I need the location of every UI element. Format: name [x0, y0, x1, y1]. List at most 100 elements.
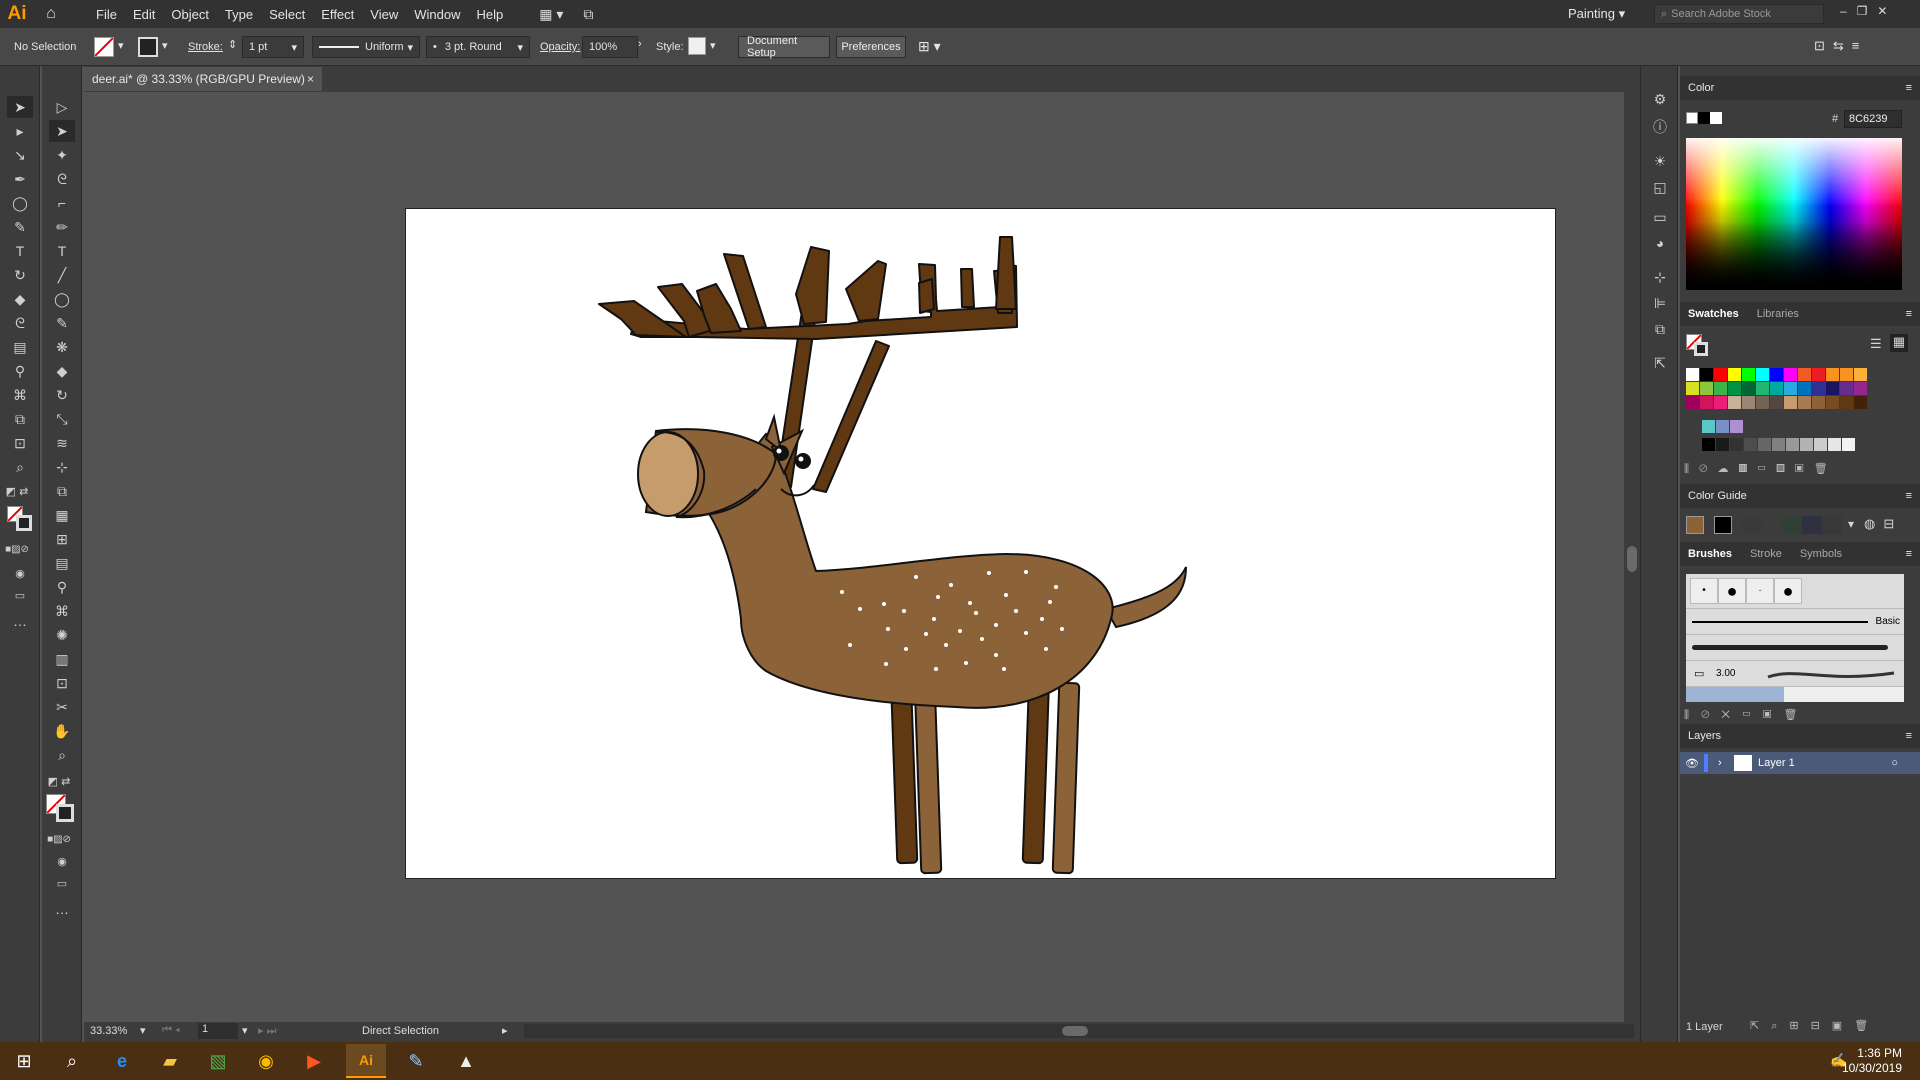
swatch[interactable] [1814, 438, 1827, 451]
swatch[interactable] [1758, 438, 1771, 451]
stroke-swatch[interactable] [138, 37, 158, 57]
artboard-number-field[interactable]: 1 [198, 1023, 238, 1039]
artboard-next-icons[interactable]: ▸ ⏭ [258, 1024, 276, 1038]
hex-input[interactable]: 8C6239 [1844, 110, 1902, 128]
preferences-button[interactable]: Preferences [836, 36, 906, 58]
vertical-scrollbar[interactable] [1624, 92, 1640, 1022]
swatch[interactable] [1700, 382, 1713, 395]
ellipse-tool-icon[interactable]: ◯ [7, 192, 33, 214]
swatch[interactable] [1772, 438, 1785, 451]
ellipse-alt-tool-icon[interactable]: ◯ [49, 288, 75, 310]
perspective-grid-tool-icon[interactable]: ▦ [49, 504, 75, 526]
swatch[interactable] [1812, 382, 1825, 395]
stock-search-input[interactable]: ⌕ Search Adobe Stock [1654, 4, 1824, 24]
deer-illustration[interactable] [406, 209, 1557, 880]
swatch[interactable] [1730, 420, 1743, 433]
guide-black[interactable] [1714, 516, 1732, 534]
blend-alt-tool-icon[interactable]: ⌘ [49, 600, 75, 622]
horizontal-scrollbar[interactable] [524, 1024, 1634, 1038]
panel-menu-icon[interactable]: ≡ [1906, 490, 1912, 502]
transparency-icon[interactable]: ◕ [1647, 232, 1673, 254]
brush-alt-tool-icon[interactable]: ✎ [49, 312, 75, 334]
swatch[interactable] [1714, 396, 1727, 409]
artboard[interactable] [405, 208, 1556, 879]
eyedropper-alt-tool-icon[interactable]: ⚲ [49, 576, 75, 598]
window-controls[interactable]: –❐✕ [1840, 4, 1898, 18]
swatch[interactable] [1826, 396, 1839, 409]
eraser-tool-icon[interactable]: ◆ [7, 288, 33, 310]
mesh-tool-icon[interactable]: ⊞ [49, 528, 75, 550]
rotate-tool-icon[interactable]: ↻ [7, 264, 33, 286]
swatch[interactable] [1784, 382, 1797, 395]
snout[interactable] [637, 431, 699, 517]
hand-tool-icon[interactable]: ✋ [49, 720, 75, 742]
swatch[interactable] [1756, 368, 1769, 381]
swatch[interactable] [1728, 368, 1741, 381]
artboard-prev-icons[interactable]: ⏮ ◂ [162, 1024, 180, 1037]
lasso-tool-icon[interactable]: ᘓ [7, 312, 33, 334]
screen-mode-alt-icon[interactable]: ▭ [49, 872, 75, 894]
swatch[interactable] [1840, 368, 1853, 381]
direct-selection-active-icon[interactable]: ➤ [49, 120, 75, 142]
gradient-tool-icon[interactable]: ▤ [7, 336, 33, 358]
swatch[interactable] [1728, 396, 1741, 409]
image-viewer-icon[interactable]: ▧ [198, 1046, 238, 1076]
stroke-dropdown-icon[interactable]: ▾ [162, 39, 168, 52]
calligraphic-brushes[interactable]: • ● · ● [1690, 578, 1802, 604]
fill-swatch[interactable] [94, 37, 114, 57]
align-icon[interactable]: ⊞ ▾ [918, 38, 941, 55]
menu-select[interactable]: Select [261, 7, 313, 22]
grid-view-icon[interactable]: ▦ [1890, 334, 1908, 352]
rotate-alt-tool-icon[interactable]: ↻ [49, 384, 75, 406]
stroke-label[interactable]: Stroke: [188, 41, 223, 53]
panel-options-icon[interactable]: ⊡⇆≡ [1814, 38, 1867, 54]
stroke-indicator[interactable] [16, 515, 32, 531]
anchor-point-tool-icon[interactable]: ⌐ [49, 192, 75, 214]
document-setup-button[interactable]: Document Setup [738, 35, 830, 59]
align-panel-icon[interactable]: ⊫ [1647, 292, 1673, 314]
expand-layer-icon[interactable]: › [1718, 757, 1734, 769]
warp-tool-icon[interactable]: ≋ [49, 432, 75, 454]
vertical-scroll-thumb[interactable] [1627, 546, 1637, 572]
menu-effect[interactable]: Effect [313, 7, 362, 22]
workspace-switcher[interactable]: Painting ▾ [1568, 6, 1625, 22]
swatch[interactable] [1686, 368, 1699, 381]
swatch[interactable] [1770, 396, 1783, 409]
list-view-icon[interactable]: ☰ [1870, 336, 1882, 352]
file-explorer-icon[interactable]: ▰ [150, 1046, 190, 1076]
brush-definition[interactable]: • 3 pt. Round ▾ [426, 36, 530, 58]
appearance-icon[interactable]: ☀ [1647, 150, 1673, 172]
guide-harmony-strip[interactable] [1742, 516, 1842, 534]
swatch[interactable] [1700, 368, 1713, 381]
tab-symbols[interactable]: Symbols [1800, 548, 1842, 560]
panel-menu-icon[interactable]: ≡ [1906, 308, 1912, 320]
swatch[interactable] [1770, 368, 1783, 381]
layer-name[interactable]: Layer 1 [1758, 757, 1795, 769]
layer-actions[interactable]: ⇱⌕⊞⊟▣🗑 [1750, 1019, 1880, 1033]
gradient-alt-tool-icon[interactable]: ▤ [49, 552, 75, 574]
blob-brush-tool-icon[interactable]: ❋ [49, 336, 75, 358]
zoom-alt-tool-icon[interactable]: ⌕ [49, 744, 75, 766]
type-tool-icon[interactable]: T [7, 240, 33, 262]
swatch[interactable] [1742, 396, 1755, 409]
swatch[interactable] [1702, 420, 1715, 433]
target-icon[interactable]: ○ [1891, 757, 1898, 769]
windows-start-icon[interactable]: ⊞ [4, 1046, 44, 1076]
menu-view[interactable]: View [362, 7, 406, 22]
selection-outline-tool-icon[interactable]: ▷ [49, 96, 75, 118]
draw-mode-alt-icon[interactable]: ◉ [49, 850, 75, 872]
swap-fill-stroke-icon[interactable]: ◩ ⇄ [4, 480, 30, 502]
properties-icon[interactable]: ⚙ [1647, 88, 1673, 110]
color-mode-alt-icons[interactable]: ■▨⊘ [46, 828, 72, 850]
variable-width-profile[interactable]: Uniform ▾ [312, 36, 420, 58]
brush-list[interactable]: • ● · ● Basic ▭ 3.00 [1686, 574, 1904, 702]
opacity-field[interactable]: 100% [582, 36, 638, 58]
swatch[interactable] [1798, 396, 1811, 409]
swatch[interactable] [1702, 438, 1715, 451]
stroke-stepper-icon[interactable]: ⇕ [228, 38, 237, 51]
swatch[interactable] [1686, 382, 1699, 395]
layer-row[interactable]: 👁 › Layer 1 ○ [1680, 752, 1920, 774]
swatch[interactable] [1756, 396, 1769, 409]
swatch[interactable] [1842, 438, 1855, 451]
swatch[interactable] [1728, 382, 1741, 395]
